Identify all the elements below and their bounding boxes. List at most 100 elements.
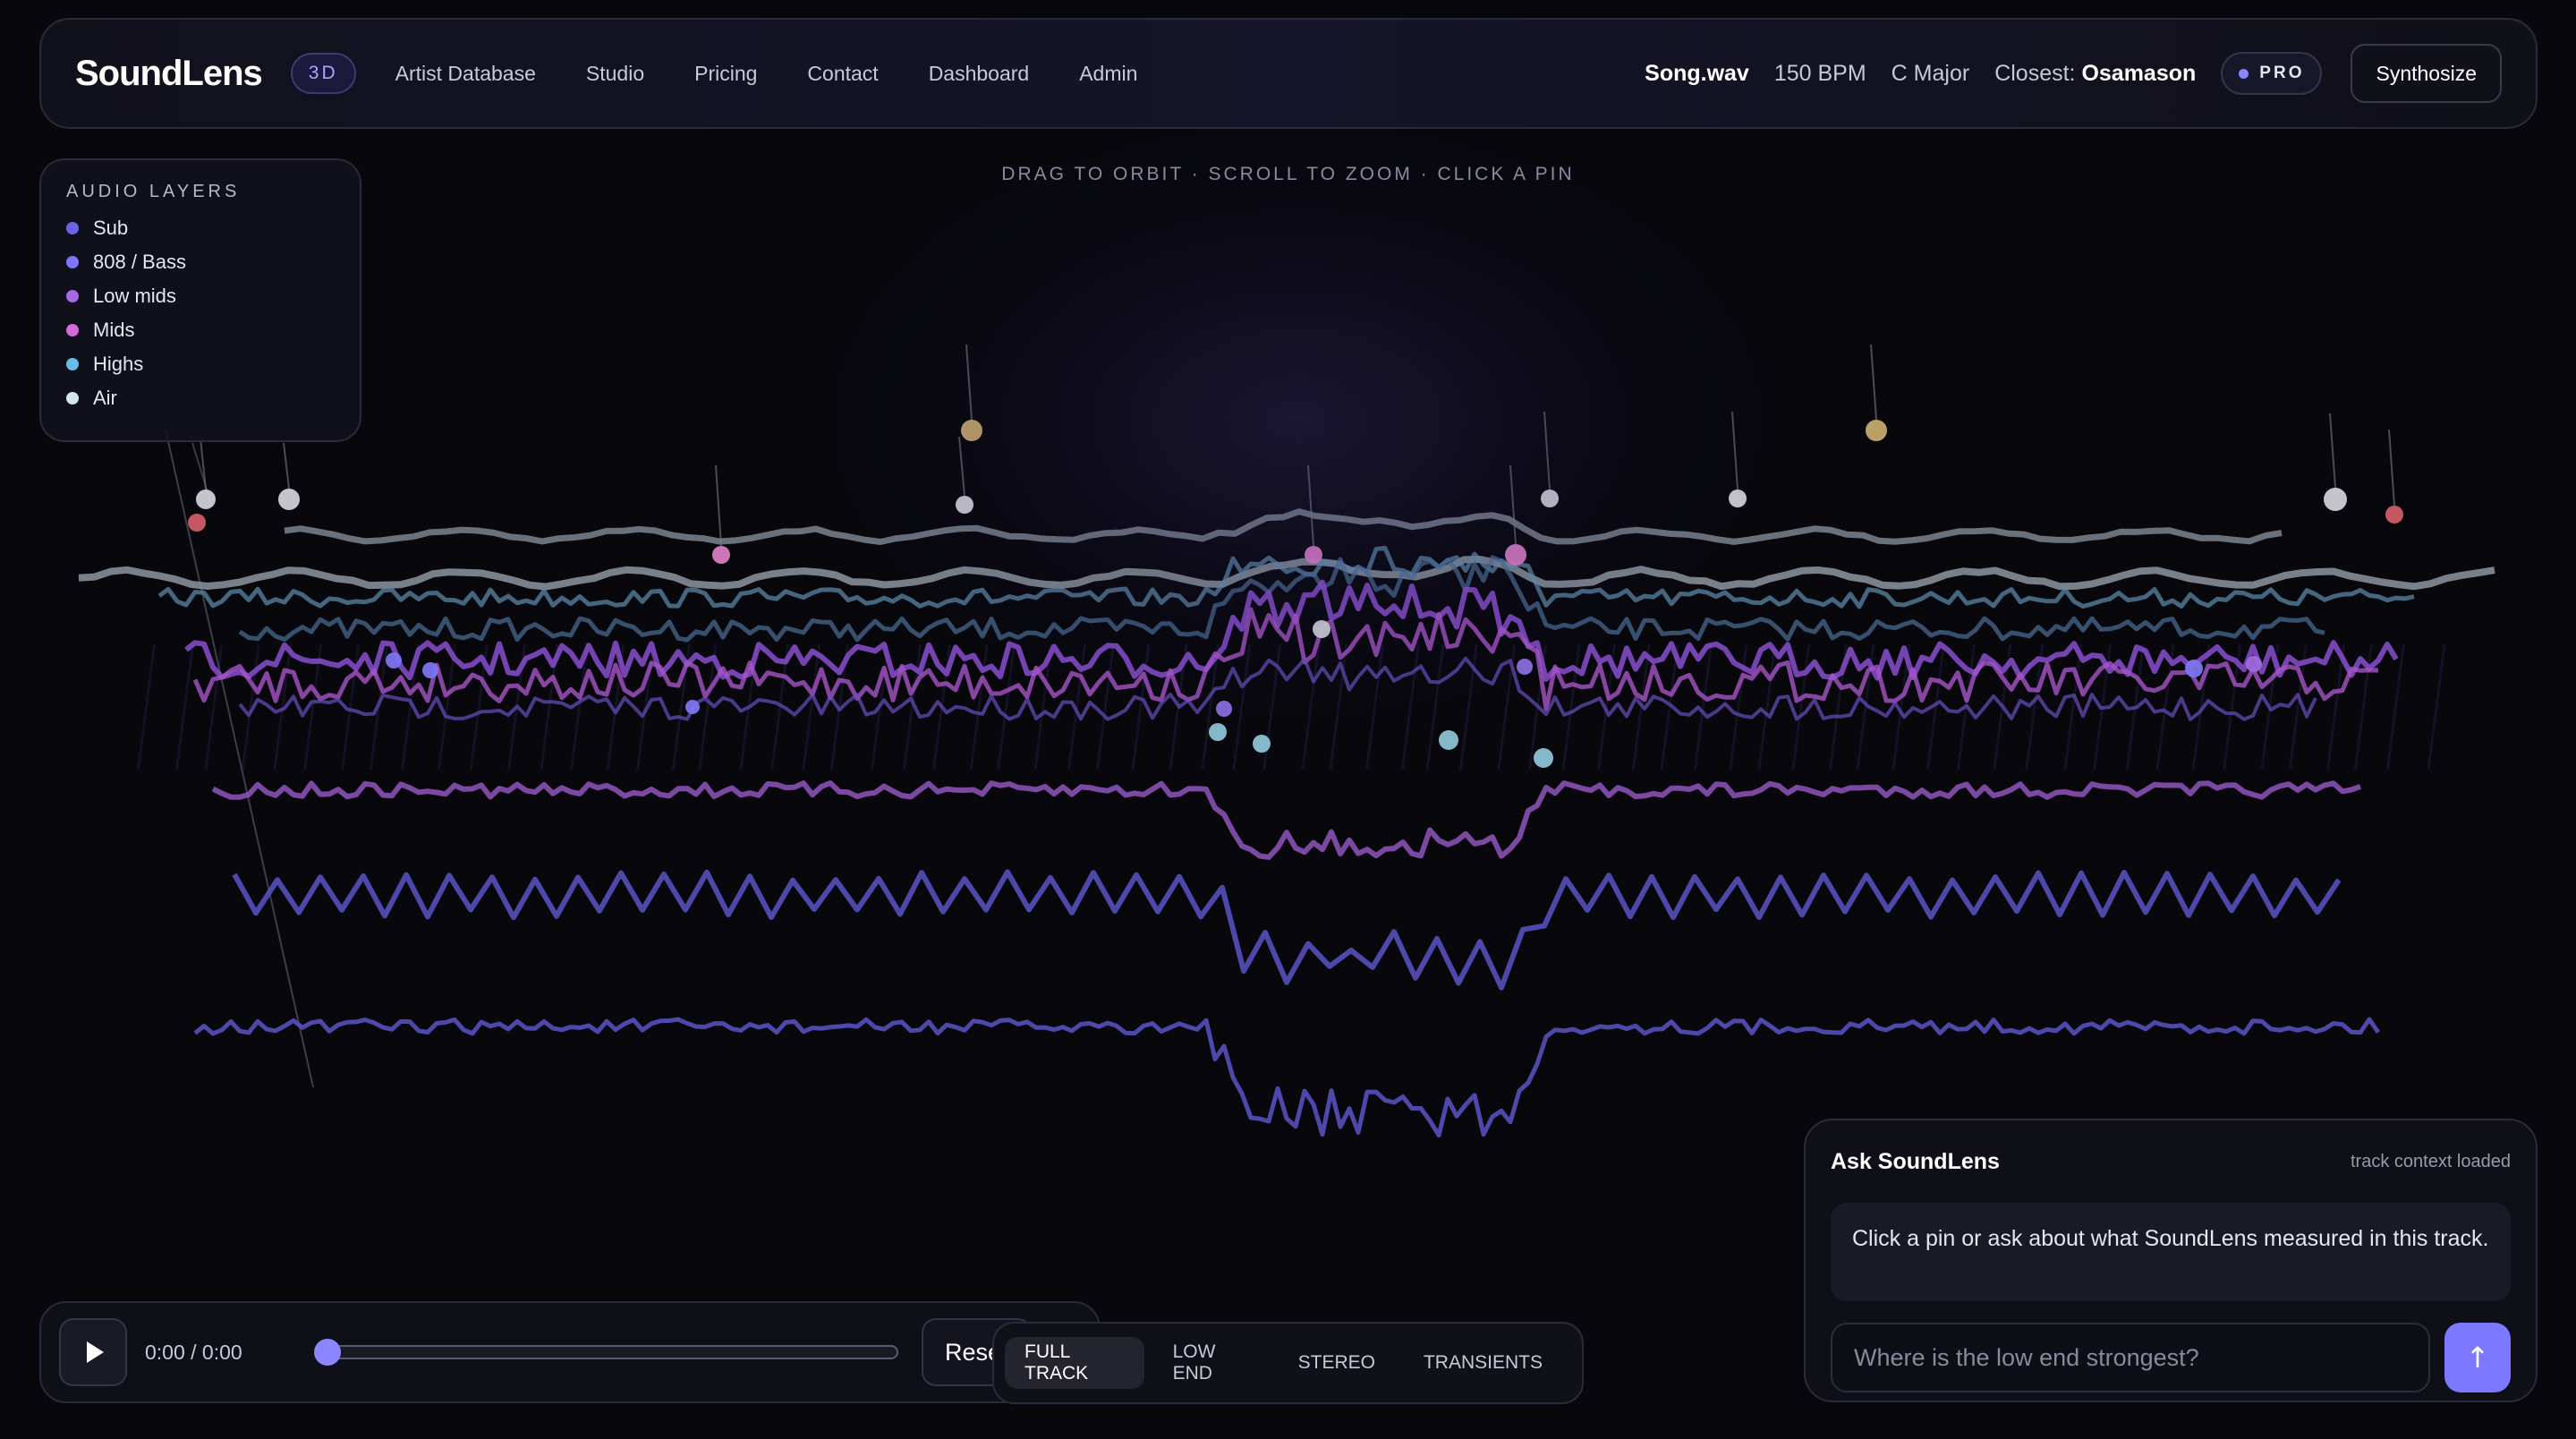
audio-player: 0:00 / 0:00 Reset	[39, 1301, 1101, 1403]
marker-pin[interactable]	[278, 489, 300, 510]
marker-pin[interactable]	[1517, 659, 1533, 675]
pro-badge: PRO	[2221, 52, 2323, 95]
ask-input-row: ↑	[1831, 1323, 2511, 1392]
pin-stem	[1870, 344, 1877, 421]
layer-waves	[78, 508, 2495, 1138]
ask-soundlens-panel: Ask SoundLens track context loaded Click…	[1804, 1119, 2538, 1402]
marker-pin[interactable]	[1313, 620, 1331, 638]
curtain-line	[241, 643, 260, 771]
layer-item-low-mids[interactable]: Low mids	[66, 279, 335, 313]
marker-pins[interactable]	[188, 344, 2403, 768]
audio-layers-panel: AUDIO LAYERS Sub 808 / Bass Low mids Mid…	[39, 158, 361, 442]
layer-item-808-bass[interactable]: 808 / Bass	[66, 245, 335, 279]
track-info: Song.wav 150 BPM C Major Closest: Osamas…	[1645, 44, 2502, 103]
layer-item-mids[interactable]: Mids	[66, 313, 335, 347]
closest-artist: Closest: Osamason	[1994, 61, 2196, 87]
curtain-line	[2427, 643, 2446, 771]
ask-input[interactable]	[1831, 1323, 2430, 1392]
marker-pin[interactable]	[1305, 546, 1322, 564]
nav-link-pricing[interactable]: Pricing	[694, 62, 757, 86]
tab-full-track[interactable]: FULL TRACK	[1005, 1337, 1144, 1389]
send-arrow-icon[interactable]: ↑	[2444, 1323, 2511, 1392]
pin-stem	[965, 344, 973, 421]
layer-wave	[211, 780, 2362, 860]
marker-pin[interactable]	[2324, 488, 2347, 511]
layer-label: Air	[93, 387, 117, 409]
layer-color-dot-icon	[66, 290, 79, 302]
tab-stereo[interactable]: STEREO	[1279, 1337, 1395, 1389]
marker-pin[interactable]	[1209, 723, 1227, 741]
seek-slider[interactable]	[313, 1339, 898, 1366]
layer-label: Mids	[93, 319, 135, 341]
marker-pin[interactable]	[685, 700, 700, 714]
marker-pin[interactable]	[1253, 735, 1271, 753]
marker-pin[interactable]	[386, 652, 402, 668]
marker-pin[interactable]	[188, 514, 206, 532]
nav-link-admin[interactable]: Admin	[1079, 62, 1137, 86]
track-key: C Major	[1891, 60, 1970, 86]
marker-pin[interactable]	[2246, 656, 2262, 672]
view-mode-tabs: FULL TRACK LOW END STEREO TRANSIENTS	[992, 1322, 1584, 1404]
marker-pin[interactable]	[1729, 490, 1747, 507]
pin-stem	[2388, 429, 2395, 507]
marker-pin[interactable]	[956, 496, 973, 514]
marker-pin[interactable]	[1534, 748, 1553, 768]
layer-color-dot-icon	[66, 358, 79, 370]
curtain-line	[903, 643, 922, 771]
pin-stem	[715, 464, 722, 547]
seek-thumb[interactable]	[313, 1339, 341, 1366]
marker-pin[interactable]	[2385, 506, 2403, 524]
curtain-line	[1425, 643, 1445, 771]
orbit-hint: DRAG TO ORBIT · SCROLL TO ZOOM · CLICK A…	[1001, 164, 1575, 184]
layer-label: Low mids	[93, 285, 176, 307]
tab-low-end[interactable]: LOW END	[1153, 1337, 1270, 1389]
pro-dot-icon	[2239, 68, 2249, 79]
ask-header: Ask SoundLens track context loaded	[1831, 1120, 2511, 1203]
layer-item-air[interactable]: Air	[66, 381, 335, 415]
time-readout: 0:00 / 0:00	[145, 1340, 242, 1364]
curtain-line	[1232, 643, 1252, 771]
marker-pin[interactable]	[1866, 420, 1887, 441]
pin-stem	[958, 436, 965, 497]
nav-link-contact[interactable]: Contact	[807, 62, 878, 86]
pin-stem	[2329, 413, 2336, 489]
assistant-message: Click a pin or ask about what SoundLens …	[1831, 1203, 2511, 1301]
top-navbar: SoundLens 3D Artist Database Studio Pric…	[39, 18, 2538, 129]
marker-pin[interactable]	[2185, 660, 2203, 677]
marker-pin[interactable]	[961, 420, 982, 441]
play-button[interactable]	[59, 1318, 127, 1386]
marker-pin[interactable]	[712, 546, 730, 564]
nav-link-dashboard[interactable]: Dashboard	[929, 62, 1030, 86]
play-icon	[87, 1341, 104, 1363]
curtain-line	[1365, 643, 1384, 771]
layer-label: Sub	[93, 217, 129, 239]
pin-stem	[1509, 464, 1517, 545]
curtain-line	[174, 643, 194, 771]
marker-pin[interactable]	[1439, 730, 1458, 750]
audio-layers-title: AUDIO LAYERS	[66, 182, 241, 201]
marker-pin[interactable]	[1541, 490, 1559, 507]
nav-link-artist-database[interactable]: Artist Database	[395, 62, 536, 86]
layer-item-highs[interactable]: Highs	[66, 347, 335, 381]
layer-color-dot-icon	[66, 222, 79, 234]
closest-artist-name: Osamason	[2081, 60, 2197, 86]
marker-pin[interactable]	[1216, 701, 1232, 717]
pin-stem	[1307, 464, 1314, 547]
marker-pin[interactable]	[196, 490, 216, 509]
track-bpm: 150 BPM	[1773, 60, 1866, 86]
synthesize-button[interactable]: Synthosize	[2351, 44, 2502, 103]
curtain-line	[2385, 643, 2405, 771]
pin-stem	[283, 442, 290, 490]
pin-stem	[200, 438, 207, 490]
curtain-line	[1400, 643, 1420, 771]
marker-pin[interactable]	[422, 662, 438, 678]
nav-link-studio[interactable]: Studio	[586, 62, 644, 86]
marker-pin[interactable]	[1505, 544, 1526, 566]
layer-label: Highs	[93, 353, 144, 375]
logo[interactable]: SoundLens	[75, 54, 263, 94]
3d-badge: 3D	[290, 53, 356, 94]
layer-item-sub[interactable]: Sub	[66, 211, 335, 245]
layer-color-dot-icon	[66, 324, 79, 336]
nav-links: Artist Database Studio Pricing Contact D…	[395, 62, 1188, 86]
tab-transients[interactable]: TRANSIENTS	[1404, 1337, 1562, 1389]
